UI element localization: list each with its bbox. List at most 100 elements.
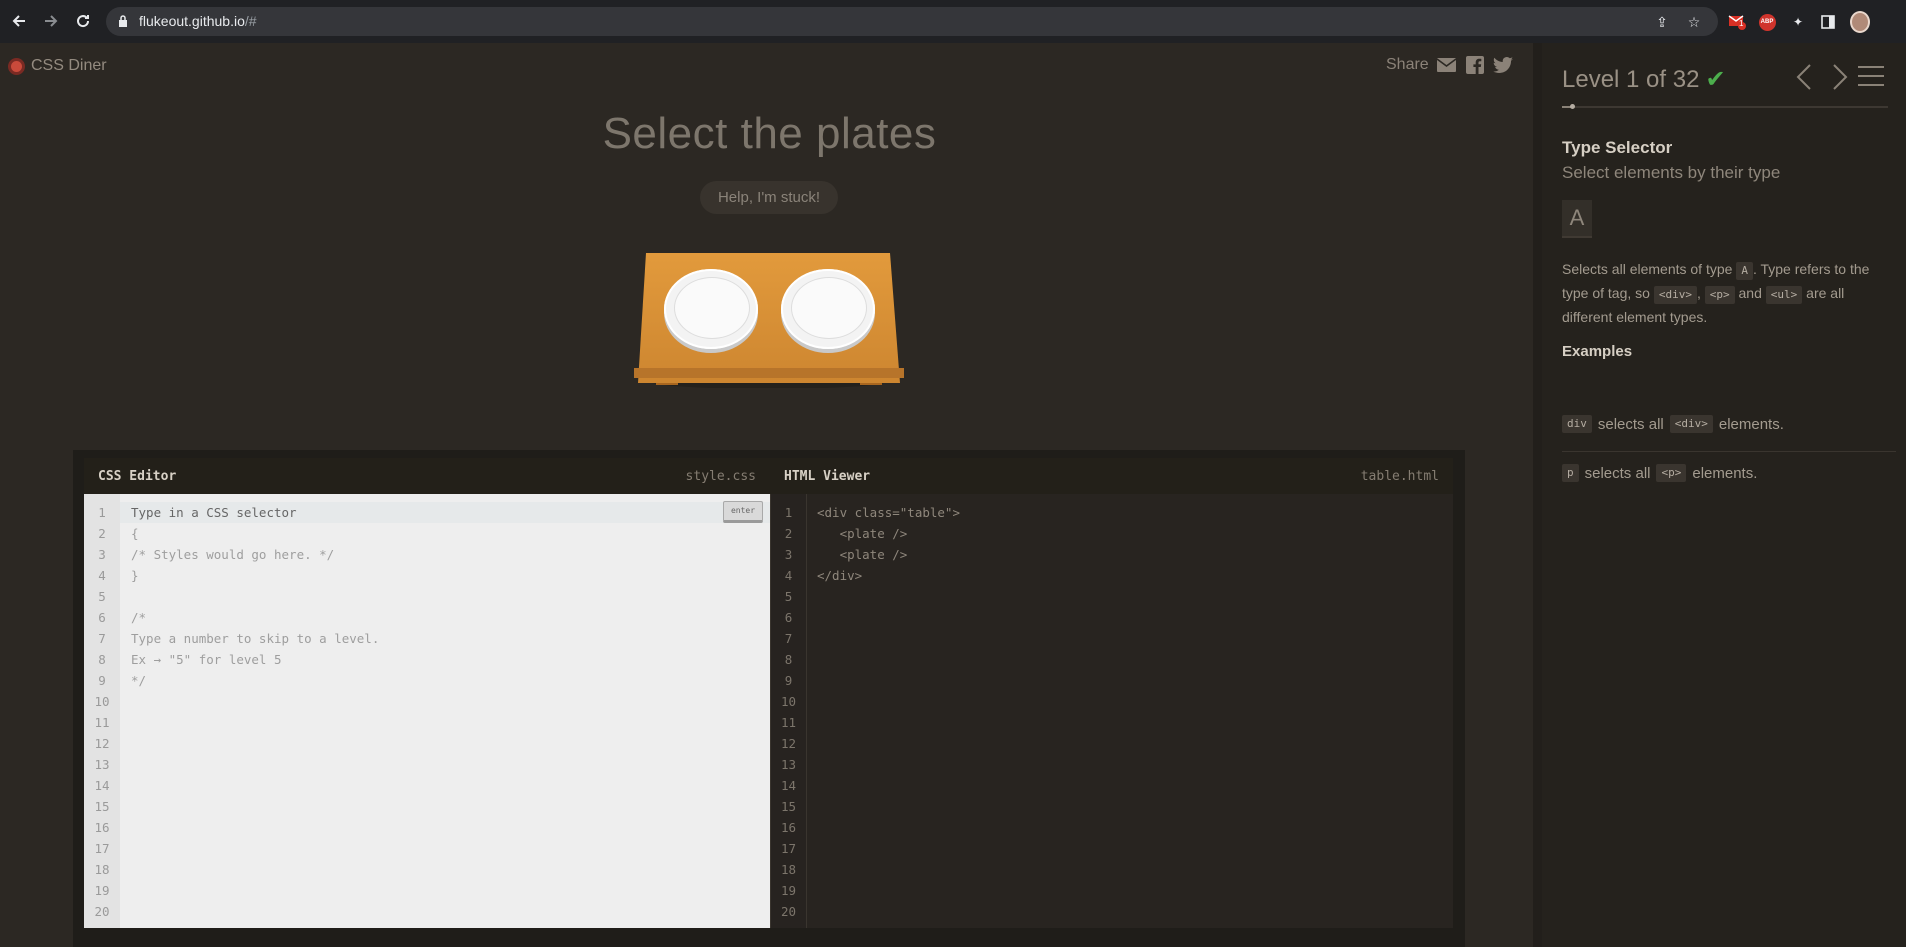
game-area: CSS Diner Share Select the plates Help, … <box>0 43 1533 947</box>
address-bar[interactable]: flukeout.github.io/# ⇪ ☆ <box>106 7 1718 36</box>
line-number: 20 <box>94 904 110 919</box>
line-number: 2 <box>784 526 793 541</box>
code-line: } <box>131 568 139 583</box>
line-number: 20 <box>780 904 797 919</box>
browser-toolbar: flukeout.github.io/# ⇪ ☆ 1 ABP ✦ <box>0 0 1906 43</box>
side-panel-icon[interactable] <box>1818 12 1838 32</box>
line-number: 7 <box>784 631 793 646</box>
level-label: Level 1 of 32 <box>1562 65 1700 93</box>
css-editor-title: CSS Editor <box>98 469 177 484</box>
selector-syntax: A <box>1562 200 1592 238</box>
line-number: 8 <box>784 652 793 667</box>
facebook-icon[interactable] <box>1465 56 1485 74</box>
notification-badge: 1 <box>1739 19 1744 28</box>
example-text: elements. <box>1692 464 1758 482</box>
line-number: 9 <box>98 673 106 688</box>
line-number: 15 <box>780 799 797 814</box>
line-number: 17 <box>780 841 797 856</box>
dining-table <box>628 253 908 393</box>
line-number: 12 <box>780 736 797 751</box>
html-line-numbers: 1 2 3 4 5 6 7 8 9 10 11 12 13 14 15 16 17 18 19 20 <box>771 494 807 928</box>
html-filename: table.html <box>1360 469 1439 484</box>
example-item: div selects all <div> elements. <box>1562 415 1784 433</box>
example-tag: <p> <box>1656 464 1687 482</box>
previous-level-icon[interactable] <box>1796 63 1812 97</box>
example-tag: <div> <box>1669 415 1713 433</box>
line-number: 16 <box>780 820 797 835</box>
css-editor[interactable]: 1 2 3 4 5 6 7 8 9 10 11 12 13 14 15 16 17 18 19 20 Type in … <box>84 494 770 928</box>
line-number: 19 <box>780 883 797 898</box>
selector-explanation: Selects all elements of type A. Type ref… <box>1562 261 1870 325</box>
html-viewer-header: HTML Viewer table.html <box>770 458 1453 494</box>
plate[interactable] <box>664 269 758 349</box>
mail-extension-icon[interactable]: 1 <box>1727 12 1747 32</box>
line-number: 5 <box>98 589 106 604</box>
line-number: 14 <box>94 778 110 793</box>
email-icon[interactable] <box>1437 56 1457 74</box>
plate[interactable] <box>781 269 875 349</box>
line-number: 17 <box>94 841 110 856</box>
line-number: 9 <box>784 673 793 688</box>
line-number: 2 <box>98 526 106 541</box>
level-instruction-title: Select the plates <box>602 109 937 158</box>
line-number: 14 <box>780 778 797 793</box>
css-line-numbers: 1 2 3 4 5 6 7 8 9 10 11 12 13 14 15 16 17 18 19 20 <box>84 494 120 928</box>
help-stuck-button[interactable]: Help, I'm stuck! <box>700 181 838 214</box>
css-code[interactable]: Type in a CSS selector {/* Styles would g… <box>131 502 379 691</box>
line-number: 3 <box>98 547 106 562</box>
example-item: p selects all <p> elements. <box>1562 464 1757 482</box>
panel-divider[interactable] <box>1533 43 1542 947</box>
code-line: /* <box>131 610 147 625</box>
puzzle-extensions-icon[interactable]: ✦ <box>1788 12 1808 32</box>
brand[interactable]: CSS Diner <box>8 57 107 75</box>
tag-chip: <div> <box>1653 286 1697 304</box>
line-number: 11 <box>94 715 110 730</box>
tag-chip: <p> <box>1704 286 1735 304</box>
check-icon: ✔ <box>1705 66 1726 93</box>
menu-icon[interactable] <box>1858 66 1884 88</box>
forward-arrow-icon[interactable] <box>40 10 62 32</box>
selector-description: Select elements by their type <box>1562 163 1781 182</box>
line-number: 10 <box>94 694 110 709</box>
code-line: </div> <box>817 568 863 583</box>
bookmark-star-icon[interactable]: ☆ <box>1686 14 1702 30</box>
profile-avatar[interactable] <box>1850 11 1870 33</box>
line-number: 19 <box>94 883 110 898</box>
share-bar: Share <box>1386 56 1513 74</box>
tag-chip: A <box>1736 262 1753 280</box>
line-number: 11 <box>780 715 797 730</box>
html-viewer: 1 2 3 4 5 6 7 8 9 10 11 12 13 14 15 16 17 18 19 20 <div cla… <box>770 494 1453 928</box>
code-line: { <box>131 526 139 541</box>
twitter-icon[interactable] <box>1492 56 1513 74</box>
line-number: 13 <box>94 757 110 772</box>
lock-icon <box>119 15 127 27</box>
next-level-icon[interactable] <box>1832 63 1848 97</box>
editor-panel: CSS Editor style.css HTML Viewer table.h… <box>73 450 1465 947</box>
html-viewer-title: HTML Viewer <box>784 469 871 484</box>
example-code: div <box>1562 415 1592 433</box>
brand-name: CSS Diner <box>31 57 107 74</box>
line-number: 4 <box>784 568 793 583</box>
example-text: elements. <box>1718 415 1784 433</box>
example-text: selects all <box>1584 464 1651 482</box>
back-arrow-icon[interactable] <box>8 10 30 32</box>
enter-button[interactable]: enter <box>723 501 763 523</box>
line-number: 8 <box>98 652 106 667</box>
code-line: <plate /> <box>817 547 908 562</box>
line-number: 1 <box>98 505 106 520</box>
examples-heading: Examples <box>1562 343 1633 360</box>
css-editor-header: CSS Editor style.css <box>84 458 770 494</box>
line-number: 10 <box>780 694 797 709</box>
adblock-icon[interactable]: ABP <box>1757 12 1777 32</box>
share-page-icon[interactable]: ⇪ <box>1654 14 1670 30</box>
reload-icon[interactable] <box>72 10 94 32</box>
css-diner-app: CSS Diner Share Select the plates Help, … <box>0 43 1906 947</box>
code-line: */ <box>131 673 147 688</box>
line-number: 13 <box>780 757 797 772</box>
line-number: 6 <box>784 610 793 625</box>
selector-name: Type Selector <box>1562 138 1673 157</box>
brand-logo-icon <box>8 57 25 75</box>
code-line: Ex → "5" for level 5 <box>131 652 282 667</box>
code-line: /* Styles would go here. */ <box>131 547 335 562</box>
